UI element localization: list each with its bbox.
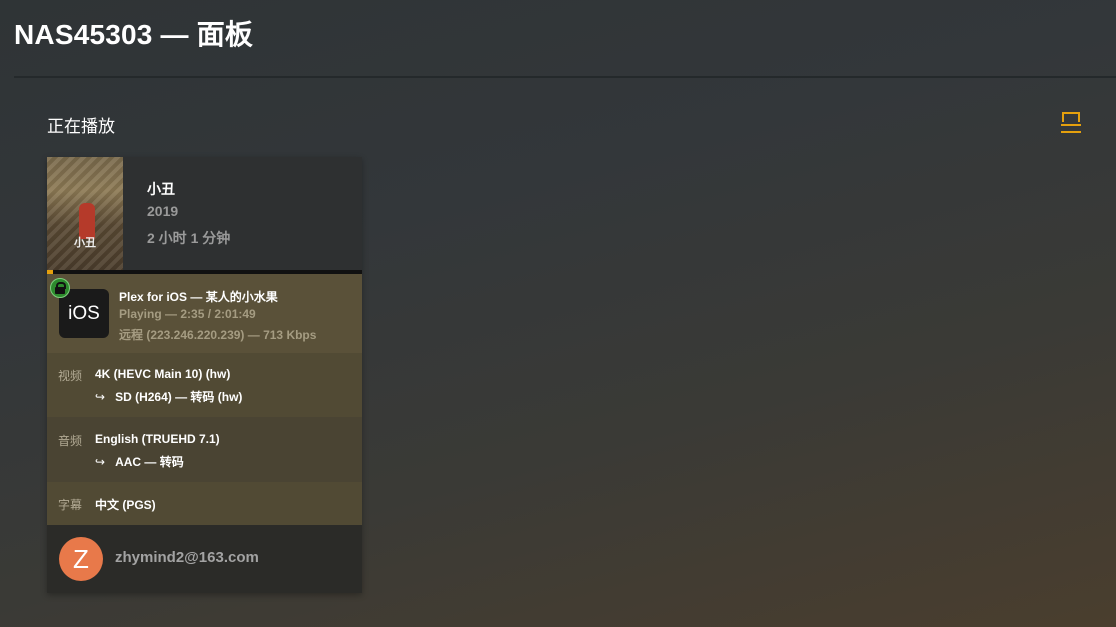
poster-caption: 小丑 (74, 237, 96, 249)
transcode-arrow-icon: ↪ (95, 390, 106, 404)
player-info-row: iOS Plex for iOS — 某人的小水果 Playing — 2:35… (47, 274, 362, 353)
video-source: 4K (HEVC Main 10) (hw) (95, 367, 231, 381)
subtitle-source: 中文 (PGS) (95, 498, 156, 512)
page-title: NAS45303 — 面板 (14, 19, 254, 50)
lock-icon (50, 278, 70, 298)
audio-target: ↪ AAC — 转码 (95, 453, 184, 470)
transcode-arrow-icon: ↪ (95, 455, 106, 469)
subtitle-stream-row: 字幕 中文 (PGS) (47, 482, 362, 525)
audio-source: English (TRUEHD 7.1) (95, 432, 220, 446)
media-duration: 2 小时 1 分钟 (147, 230, 231, 246)
audio-label: 音频 (58, 434, 83, 448)
playback-state: Playing — 2:35 / 2:01:49 (119, 307, 256, 321)
media-year: 2019 (147, 203, 179, 219)
network-info: 远程 (223.246.220.239) — 713 Kbps (119, 328, 317, 342)
video-label: 视频 (58, 369, 83, 383)
poster-image[interactable]: 小丑 (47, 157, 123, 270)
video-stream-row: 视频 4K (HEVC Main 10) (hw) ↪ SD (H264) — 转… (47, 353, 362, 417)
media-summary[interactable]: 小丑 小丑 2019 2 小时 1 分钟 (47, 157, 362, 270)
media-meta: 小丑 2019 2 小时 1 分钟 (147, 179, 230, 248)
now-playing-card[interactable]: 小丑 小丑 2019 2 小时 1 分钟 iOS Plex for iOS — … (47, 157, 362, 593)
player-name: Plex for iOS — 某人的小水果 (119, 290, 278, 304)
avatar[interactable]: Z (59, 537, 103, 581)
ios-platform-icon: iOS (59, 289, 109, 338)
list-view-icon-bar (1061, 131, 1081, 133)
audio-target-text: AAC — 转码 (115, 455, 184, 469)
user-email[interactable]: zhymind2@163.com (115, 549, 259, 566)
audio-stream-row: 音频 English (TRUEHD 7.1) ↪ AAC — 转码 (47, 417, 362, 482)
media-title[interactable]: 小丑 (147, 179, 230, 203)
video-target-text: SD (H264) — 转码 (hw) (115, 390, 243, 404)
list-view-icon-box (1062, 112, 1080, 122)
user-row[interactable]: Z zhymind2@163.com (47, 525, 362, 593)
subtitle-label: 字幕 (58, 498, 83, 512)
video-target: ↪ SD (H264) — 转码 (hw) (95, 388, 242, 405)
section-title: 正在播放 (47, 117, 115, 136)
page-header: NAS45303 — 面板 (14, 14, 1116, 78)
list-view-icon[interactable] (1061, 112, 1081, 134)
list-view-icon-bar (1061, 124, 1081, 126)
